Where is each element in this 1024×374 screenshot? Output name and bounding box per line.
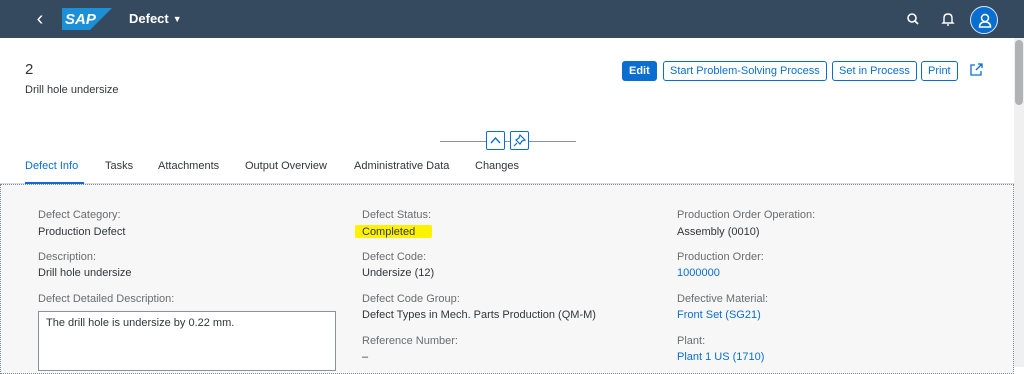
reference-number-label: Reference Number:: [362, 335, 458, 347]
header-divider: [440, 141, 576, 142]
detailed-description-textarea[interactable]: The drill hole is undersize by 0.22 mm.: [38, 311, 336, 371]
tab-changes[interactable]: Changes: [475, 160, 519, 172]
pin-icon: [513, 133, 527, 147]
object-subtitle: Drill hole undersize: [25, 84, 119, 96]
description-value: Drill hole undersize: [38, 267, 132, 279]
user-avatar[interactable]: [970, 6, 998, 34]
defect-code-group-value: Defect Types in Mech. Parts Production (…: [362, 309, 596, 321]
production-order-label: Production Order:: [677, 251, 764, 263]
share-icon[interactable]: [968, 62, 984, 78]
collapse-header-button[interactable]: [486, 131, 505, 150]
production-order-link[interactable]: 1000000: [677, 267, 720, 279]
defective-material-label: Defective Material:: [677, 293, 769, 305]
tab-bar: Defect Info Tasks Attachments Output Ove…: [0, 155, 1014, 185]
plant-label: Plant:: [677, 335, 706, 347]
tab-administrative-data[interactable]: Administrative Data: [354, 160, 449, 172]
defect-code-value: Undersize (12): [362, 267, 435, 279]
chevron-up-icon: [490, 136, 501, 144]
caret-down-icon: ▼: [172, 14, 182, 24]
start-problem-solving-button[interactable]: Start Problem-Solving Process: [663, 61, 827, 81]
bell-icon[interactable]: [938, 9, 958, 29]
defect-category-value: Production Defect: [38, 226, 126, 238]
scrollbar-thumb[interactable]: [1015, 40, 1023, 105]
shell-bar: ‹ SAP Defect ▼: [0, 0, 1024, 38]
defect-status-label: Defect Status:: [362, 209, 432, 221]
back-icon[interactable]: ‹: [30, 8, 50, 30]
print-button[interactable]: Print: [921, 61, 958, 81]
user-icon: [978, 13, 992, 28]
defective-material-link[interactable]: Front Set (SG21): [677, 309, 761, 321]
pin-header-button[interactable]: [510, 131, 529, 150]
production-order-operation-value: Assembly (0010): [677, 226, 760, 238]
plant-link[interactable]: Plant 1 US (1710): [677, 351, 764, 363]
defect-code-group-label: Defect Code Group:: [362, 293, 460, 305]
set-in-process-button[interactable]: Set in Process: [832, 61, 917, 81]
tab-attachments[interactable]: Attachments: [158, 160, 219, 172]
object-number: 2: [25, 61, 34, 78]
description-label: Description:: [38, 251, 97, 263]
search-icon[interactable]: [903, 9, 923, 29]
tab-defect-info[interactable]: Defect Info: [25, 160, 78, 172]
edit-button[interactable]: Edit: [622, 61, 657, 81]
reference-number-value: –: [362, 351, 369, 363]
defect-code-label: Defect Code:: [362, 251, 427, 263]
defect-category-label: Defect Category:: [38, 209, 121, 221]
detailed-description-label: Defect Detailed Description:: [38, 293, 175, 305]
production-order-operation-label: Production Order Operation:: [677, 209, 816, 221]
app-title: Defect: [129, 11, 169, 26]
tab-output-overview[interactable]: Output Overview: [245, 160, 327, 172]
app-title-menu[interactable]: Defect ▼: [129, 11, 182, 26]
sap-logo[interactable]: SAP: [62, 8, 112, 30]
defect-status-value: Completed: [362, 226, 416, 238]
tab-tasks[interactable]: Tasks: [105, 160, 133, 172]
svg-text:SAP: SAP: [65, 11, 97, 28]
